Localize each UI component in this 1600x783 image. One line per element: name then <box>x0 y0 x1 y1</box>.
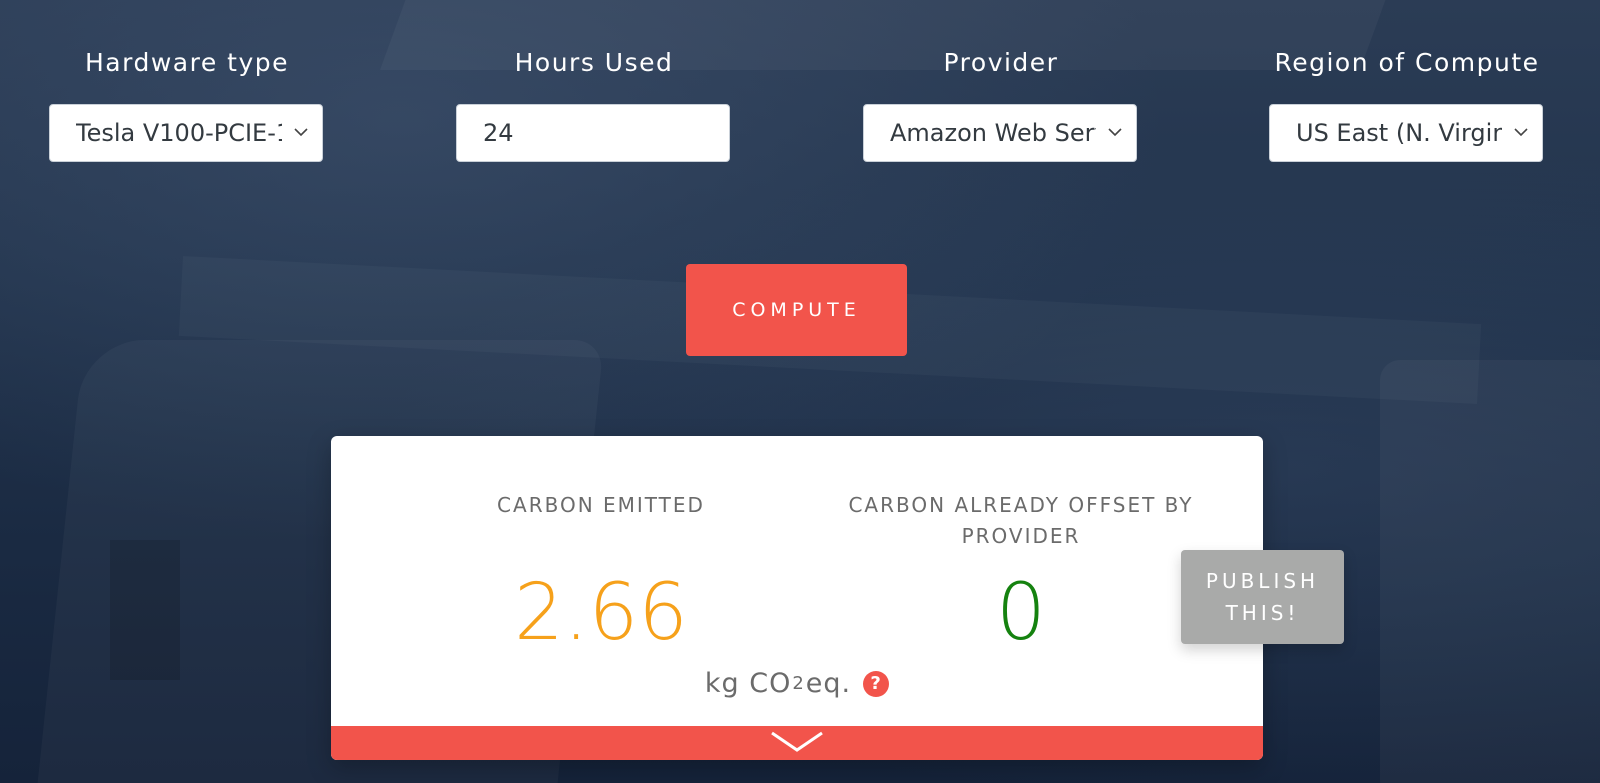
unit-prefix: kg CO <box>704 668 792 699</box>
background-shape <box>1380 360 1600 783</box>
carbon-emitted-value: 2.66 <box>514 568 688 658</box>
region-select[interactable]: US East (N. Virginia) <box>1269 104 1543 162</box>
publish-button[interactable]: PUBLISH THIS! <box>1181 550 1344 644</box>
provider-label: Provider <box>943 48 1059 77</box>
hours-label: Hours Used <box>514 48 674 77</box>
hours-input-value: 24 <box>483 119 514 147</box>
unit-subscript: 2 <box>792 673 805 694</box>
provider-select-value: Amazon Web Services <box>890 119 1096 147</box>
hardware-select-value: Tesla V100-PCIE-16GB <box>76 119 282 147</box>
compute-button[interactable]: COMPUTE <box>686 264 907 356</box>
unit-label: kg CO 2 eq. ? <box>331 668 1263 699</box>
carbon-offset-value: 0 <box>996 568 1046 658</box>
expand-details-bar[interactable] <box>331 726 1263 760</box>
provider-select[interactable]: Amazon Web Services <box>863 104 1137 162</box>
region-label: Region of Compute <box>1274 48 1540 77</box>
background-shape <box>110 540 180 680</box>
hours-input[interactable]: 24 <box>456 104 730 162</box>
chevron-down-icon <box>1514 128 1528 137</box>
carbon-offset-title: CARBON ALREADY OFFSET BY PROVIDER <box>848 493 1194 548</box>
hardware-label: Hardware type <box>85 48 289 77</box>
chevron-down-icon <box>771 731 823 752</box>
chevron-down-icon <box>1108 128 1122 137</box>
hardware-select[interactable]: Tesla V100-PCIE-16GB <box>49 104 323 162</box>
chevron-down-icon <box>294 128 308 137</box>
carbon-emitted-title: CARBON EMITTED <box>497 493 705 517</box>
unit-suffix: eq. <box>805 668 852 699</box>
region-select-value: US East (N. Virginia) <box>1296 119 1502 147</box>
question-circle-icon[interactable]: ? <box>863 670 890 697</box>
result-card: CARBON EMITTED CARBON ALREADY OFFSET BY … <box>331 436 1263 760</box>
